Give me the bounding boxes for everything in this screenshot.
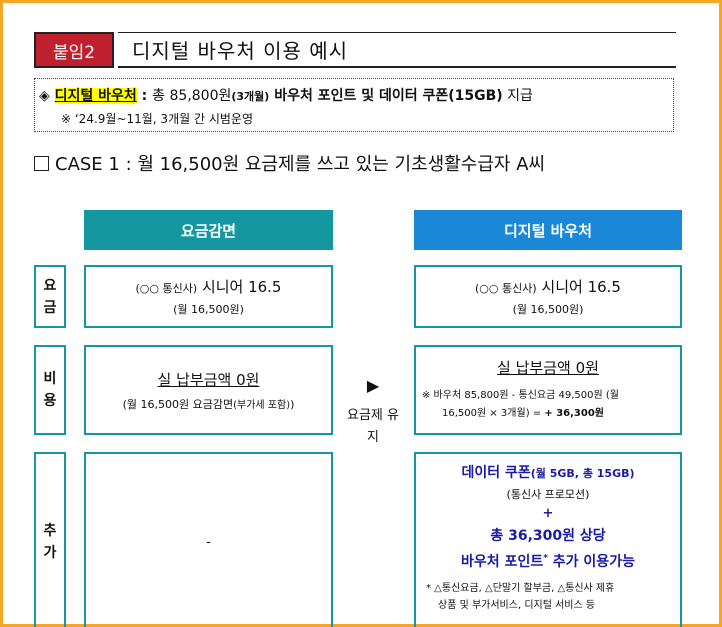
actual-payment: 실 납부금액 0원 bbox=[157, 370, 260, 389]
voucher-points: 바우처 포인트* 추가 이용가능 bbox=[461, 553, 635, 570]
cost-cell-right: 실 납부금액 0원 ※ 바우처 85,800원 - 통신요금 49,500원 (… bbox=[414, 345, 682, 435]
page-title: 디지털 바우처 이용 예시 bbox=[118, 32, 676, 68]
footnote-line-1: * △통신요금, △단말기 할부금, △통신사 제휴 bbox=[426, 583, 615, 594]
highlight-term: 디지털 바우처 bbox=[54, 88, 137, 104]
extra-cell-left: - bbox=[84, 452, 333, 627]
voucher-detail: 바우처 포인트 및 데이터 쿠폰(15GB) bbox=[269, 88, 503, 104]
extra-cell-right: 데이터 쿠폰(월 5GB, 총 15GB) (통신사 프로모션) + 총 36,… bbox=[414, 452, 682, 627]
carrier-label: (○○ 통신사) bbox=[475, 282, 537, 295]
cost-cell-left: 실 납부금액 0원 (월 16,500원 요금감면(부가세 포함)) bbox=[84, 345, 333, 435]
calc-line-1: ※ 바우처 85,800원 - 통신요금 49,500원 (월 bbox=[422, 390, 619, 401]
info-box: ◈ 디지털 바우처 : 총 85,800원(3개월) 바우처 포인트 및 데이터… bbox=[34, 78, 674, 132]
total-equivalent: 총 36,300원 상당 bbox=[490, 528, 606, 544]
case-text: CASE 1 : 월 16,500원 요금제를 쓰고 있는 기초생활수급자 A씨 bbox=[55, 154, 546, 175]
actual-payment: 실 납부금액 0원 bbox=[497, 359, 599, 377]
pilot-note: ※ ‘24.9월~11월, 3개월 간 시범운영 bbox=[61, 112, 253, 126]
play-arrow-icon: ▶ bbox=[366, 376, 380, 395]
plan-price: (월 16,500원) bbox=[173, 303, 244, 316]
no-extra-value: - bbox=[206, 534, 211, 550]
plan-name: 시니어 16.5 bbox=[197, 278, 282, 296]
checkbox-square-icon bbox=[34, 156, 49, 171]
info-summary: ◈ 디지털 바우처 : 총 85,800원(3개월) 바우처 포인트 및 데이터… bbox=[39, 85, 673, 105]
fee-cell-left: (○○ 통신사) 시니어 16.5 (월 16,500원) bbox=[84, 265, 333, 328]
row-label-extra: 추가 bbox=[34, 452, 66, 627]
row-label-fee: 요금 bbox=[34, 265, 66, 328]
diamond-bullet-icon: ◈ bbox=[39, 88, 50, 104]
data-coupon: 데이터 쿠폰(월 5GB, 총 15GB) bbox=[461, 465, 635, 481]
attachment-badge: 붙임2 bbox=[34, 32, 114, 68]
provide-text: 지급 bbox=[502, 88, 533, 104]
fee-discount-header: 요금감면 bbox=[84, 210, 333, 250]
plus-sign: + bbox=[542, 506, 554, 521]
digital-voucher-header: 디지털 바우처 bbox=[414, 210, 682, 250]
calc-line-2: 16,500원 × 3개월) = + 36,300원 bbox=[442, 408, 604, 419]
amount-period: (3개월) bbox=[231, 90, 270, 103]
separator: : bbox=[136, 88, 153, 104]
plan-price: (월 16,500원) bbox=[512, 303, 584, 316]
fee-cell-right: (○○ 통신사) 시니어 16.5 (월 16,500원) bbox=[414, 265, 682, 328]
keep-plan-label: 요금제 유지 bbox=[347, 408, 399, 445]
carrier-promo: (통신사 프로모션) bbox=[506, 488, 590, 501]
footnote-line-2: 상품 및 부가서비스, 디지털 서비스 등 bbox=[438, 600, 596, 611]
case-heading: CASE 1 : 월 16,500원 요금제를 쓰고 있는 기초생활수급자 A씨 bbox=[34, 150, 545, 176]
plan-transition: ▶ 요금제 유지 bbox=[340, 376, 406, 449]
plan-name: 시니어 16.5 bbox=[536, 278, 621, 296]
row-label-cost: 비용 bbox=[34, 345, 66, 435]
discount-note: (월 16,500원 요금감면(부가세 포함)) bbox=[122, 397, 295, 411]
amount-text: 총 85,800원 bbox=[152, 88, 232, 104]
carrier-label: (○○ 통신사) bbox=[135, 282, 198, 295]
